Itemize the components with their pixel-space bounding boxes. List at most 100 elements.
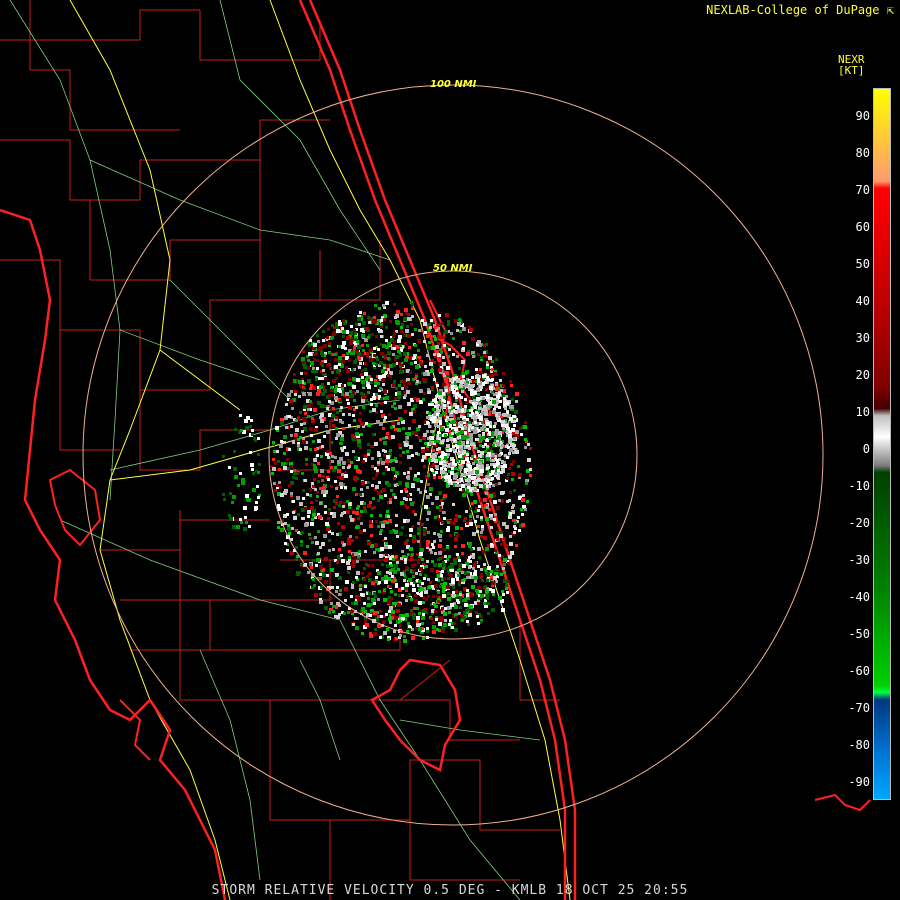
- echo-pixel: [493, 500, 497, 504]
- echo-pixel: [232, 495, 236, 499]
- echo-pixel: [382, 427, 385, 430]
- echo-pixel: [234, 475, 238, 479]
- echo-pixel: [473, 391, 477, 395]
- echo-pixel: [310, 506, 314, 510]
- echo-pixel: [383, 454, 386, 457]
- echo-pixel: [317, 530, 320, 533]
- echo-pixel: [459, 319, 462, 322]
- echo-pixel: [380, 335, 383, 338]
- echo-pixel: [489, 494, 493, 498]
- echo-pixel: [470, 384, 474, 388]
- echo-pixel: [341, 449, 344, 452]
- echo-pixel: [324, 377, 327, 380]
- echo-pixel: [306, 493, 309, 496]
- echo-pixel: [442, 567, 445, 570]
- echo-pixel: [307, 359, 310, 362]
- echo-pixel: [468, 424, 472, 428]
- echo-pixel: [359, 412, 362, 415]
- echo-pixel: [396, 310, 400, 314]
- echo-pixel: [326, 574, 329, 577]
- echo-pixel: [386, 455, 390, 459]
- echo-pixel: [469, 560, 472, 563]
- echo-pixel: [297, 438, 300, 441]
- echo-pixel: [481, 408, 484, 411]
- echo-pixel: [347, 382, 350, 385]
- echo-pixel: [335, 385, 338, 388]
- echo-pixel: [495, 414, 498, 417]
- echo-pixel: [355, 493, 358, 496]
- echo-pixel: [361, 607, 365, 611]
- echo-pixel: [465, 483, 468, 486]
- echo-pixel: [338, 504, 341, 507]
- echo-pixel: [328, 549, 331, 552]
- echo-pixel: [394, 397, 397, 400]
- echo-pixel: [298, 380, 302, 384]
- echo-pixel: [346, 336, 350, 340]
- echo-pixel: [472, 532, 476, 536]
- echo-pixel: [414, 599, 418, 603]
- echo-pixel: [500, 543, 503, 546]
- echo-pixel: [250, 419, 253, 422]
- echo-pixel: [471, 576, 474, 579]
- echo-pixel: [447, 597, 451, 601]
- echo-pixel: [331, 532, 334, 535]
- echo-pixel: [375, 580, 378, 583]
- echo-pixel: [374, 628, 377, 631]
- echo-pixel: [287, 524, 290, 527]
- echo-pixel: [407, 334, 411, 338]
- echo-pixel: [477, 450, 480, 453]
- echo-pixel: [502, 593, 505, 596]
- echo-pixel: [462, 379, 465, 382]
- echo-pixel: [363, 506, 366, 509]
- echo-pixel: [297, 472, 300, 475]
- echo-pixel: [435, 465, 439, 469]
- echo-pixel: [510, 463, 513, 466]
- echo-pixel: [423, 372, 427, 376]
- echo-pixel: [442, 356, 445, 359]
- echo-pixel: [414, 361, 417, 364]
- echo-pixel: [434, 516, 437, 519]
- echo-pixel: [303, 387, 306, 390]
- echo-pixel: [404, 561, 407, 564]
- echo-pixel: [310, 384, 313, 387]
- echo-pixel: [302, 440, 306, 444]
- echo-pixel: [409, 534, 412, 537]
- echo-pixel: [483, 498, 487, 502]
- echo-pixel: [460, 424, 463, 427]
- echo-pixel: [354, 456, 358, 460]
- echo-pixel: [417, 532, 420, 535]
- echo-pixel: [415, 627, 418, 630]
- echo-pixel: [316, 558, 320, 562]
- echo-pixel: [412, 575, 415, 578]
- echo-pixel: [429, 548, 432, 551]
- echo-pixel: [466, 589, 469, 592]
- echo-pixel: [312, 485, 315, 488]
- echo-pixel: [459, 448, 462, 451]
- echo-pixel: [252, 488, 256, 492]
- echo-pixel: [324, 580, 328, 584]
- echo-pixel: [367, 336, 370, 339]
- echo-pixel: [318, 348, 321, 351]
- echo-pixel: [462, 372, 465, 375]
- echo-pixel: [461, 436, 465, 440]
- echo-pixel: [319, 600, 323, 604]
- echo-pixel: [408, 346, 411, 349]
- echo-pixel: [355, 536, 358, 539]
- echo-pixel: [387, 515, 390, 518]
- echo-pixel: [459, 330, 462, 333]
- echo-pixel: [421, 459, 424, 462]
- echo-pixel: [489, 473, 492, 476]
- echo-pixel: [356, 507, 359, 510]
- echo-pixel: [389, 572, 392, 575]
- echo-pixel: [290, 465, 293, 468]
- echo-pixel: [352, 352, 355, 355]
- echo-pixel: [469, 507, 472, 510]
- echo-pixel: [475, 589, 478, 592]
- echo-pixel: [521, 499, 524, 502]
- echo-pixel: [445, 389, 448, 392]
- echo-pixel: [466, 576, 469, 579]
- echo-pixel: [280, 528, 284, 532]
- echo-pixel: [330, 386, 333, 389]
- echo-pixel: [459, 596, 462, 599]
- echo-pixel: [331, 455, 334, 458]
